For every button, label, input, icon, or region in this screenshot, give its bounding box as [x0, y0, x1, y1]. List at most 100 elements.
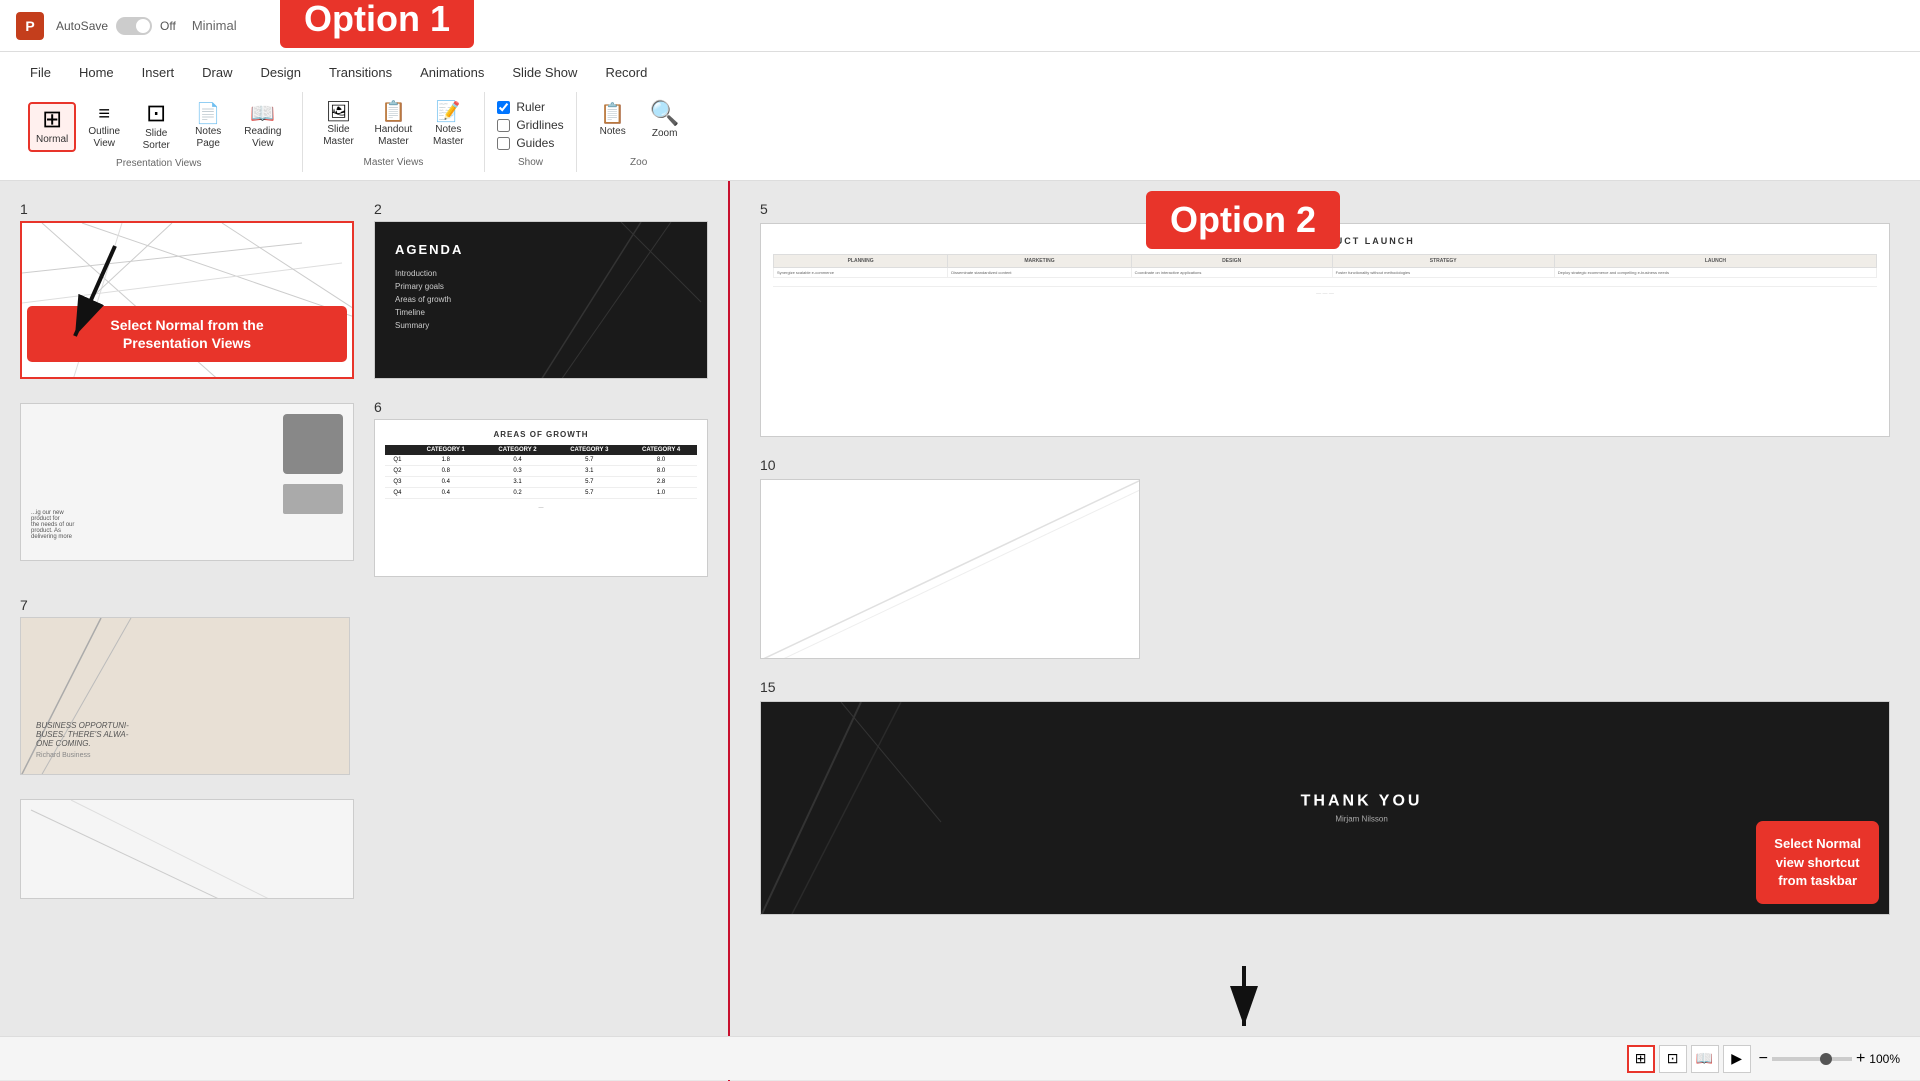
taskbar-reading-view-button[interactable]: 📖	[1691, 1045, 1719, 1073]
option1-badge: Option 1	[280, 0, 474, 48]
handout-master-button[interactable]: 📋 HandoutMaster	[367, 96, 421, 154]
autosave-toggle[interactable]	[116, 17, 152, 35]
product-col-1: PLANNING	[774, 255, 948, 268]
tab-slideshow[interactable]: Slide Show	[498, 59, 591, 88]
autosave-state: Off	[160, 19, 176, 33]
taskbar-normal-view-button[interactable]: ⊞	[1627, 1045, 1655, 1073]
product-cell-1: Synergize scalable e-commerce	[774, 268, 948, 278]
right-slide-thumb-15[interactable]: THANK YOU Mirjam Nilsson Select Normalvi…	[760, 701, 1890, 915]
tab-design[interactable]: Design	[247, 59, 315, 88]
slide-8-svg	[21, 800, 353, 898]
tab-draw[interactable]: Draw	[188, 59, 246, 88]
table-row: Q40.40.25.71.0	[385, 488, 697, 499]
main-area: 1 Select Normal from thePresentation Vie…	[0, 181, 1920, 1081]
col-header-1: CATEGORY 1	[410, 445, 482, 455]
product-col-2: MARKETING	[948, 255, 1131, 268]
left-panel: 1 Select Normal from thePresentation Vie…	[0, 181, 730, 1081]
slide-10-svg	[761, 480, 1139, 658]
slide-thumb-8[interactable]	[20, 799, 354, 899]
option2-badge: Option 2	[1146, 191, 1340, 249]
notes-icon: 📋	[600, 104, 625, 124]
reading-view-icon: 📖	[250, 104, 275, 124]
tab-animations[interactable]: Animations	[406, 59, 498, 88]
zoom-handle	[1820, 1053, 1832, 1065]
quote-text: BUSINESS OPPORTUNI-BUSES. THERE'S ALWA-O…	[36, 721, 334, 748]
notes-page-icon: 📄	[196, 104, 221, 124]
slide-data-content: AREAS OF GROWTH CATEGORY 1 CATEGORY 2 CA…	[375, 420, 707, 576]
normal-view-arrow	[55, 236, 175, 356]
slide-master-icon: 🖼	[326, 102, 351, 122]
notes-button[interactable]: 📋 Notes	[589, 98, 637, 144]
table-row: Synergize scalable e-commerce Disseminat…	[774, 268, 1877, 278]
col-header-2: CATEGORY 2	[482, 445, 554, 455]
slide-item-2[interactable]: 2 AGENDA Introduction Primary goals Area…	[374, 201, 708, 379]
person-text: ...ig our newproduct forthe needs of our…	[31, 510, 273, 540]
notes-page-button[interactable]: 📄 NotesPage	[184, 98, 232, 156]
zoom-label: Zoom	[652, 128, 678, 140]
right-panel: Option 2 5 PLAN FOR PRODUCT LAUNCH PLANN…	[730, 181, 1920, 1081]
notes-master-label: NotesMaster	[433, 124, 464, 148]
master-view-buttons: 🖼 SlideMaster 📋 HandoutMaster 📝 NotesMas…	[315, 96, 473, 154]
slide-master-button[interactable]: 🖼 SlideMaster	[315, 96, 363, 154]
tab-file[interactable]: File	[16, 59, 65, 88]
slide-thumb-6[interactable]: AREAS OF GROWTH CATEGORY 1 CATEGORY 2 CA…	[374, 419, 708, 577]
zoom-plus-button[interactable]: +	[1856, 1050, 1865, 1068]
taskbar-view-buttons: ⊞ ⊡ 📖 ▶	[1627, 1045, 1751, 1073]
slide-sorter-button[interactable]: ⊡ SlideSorter	[132, 96, 180, 158]
notes-label: Notes	[600, 126, 626, 138]
slide-thumb-2[interactable]: AGENDA Introduction Primary goals Areas …	[374, 221, 708, 379]
ribbon: File Home Insert Draw Design Transitions…	[0, 52, 1920, 181]
show-checkboxes: Ruler Gridlines Guides	[497, 96, 563, 150]
col-header-4: CATEGORY 4	[625, 445, 697, 455]
titlebar: P AutoSave Off Minimal Option 1	[0, 0, 1920, 52]
ribbon-group-zoom: 📋 Notes 🔍 Zoom Zoo	[577, 92, 701, 172]
normal-view-button[interactable]: ⊞ Normal	[28, 102, 76, 152]
slide-item-3[interactable]: ...ig our newproduct forthe needs of our…	[20, 399, 354, 577]
reading-view-label: ReadingView	[244, 126, 281, 150]
master-views-label: Master Views	[363, 157, 423, 172]
product-col-4: STRATEGY	[1332, 255, 1554, 268]
guides-checkbox[interactable]: Guides	[497, 136, 563, 150]
taskbar-slide-sorter-button[interactable]: ⊡	[1659, 1045, 1687, 1073]
reading-view-button[interactable]: 📖 ReadingView	[236, 98, 289, 156]
zoom-button[interactable]: 🔍 Zoom	[641, 96, 689, 146]
app-logo: P	[16, 12, 44, 40]
slide-item-8[interactable]	[20, 795, 354, 899]
table-row: Q20.80.33.18.0	[385, 466, 697, 477]
slide-num-7: 7	[20, 597, 708, 613]
slide-thumb-3[interactable]: ...ig our newproduct forthe needs of our…	[20, 403, 354, 561]
product-cell-5: Deploy strategic ecommerce and compellin…	[1554, 268, 1876, 278]
taskbar-shortcut-callout: Select Normalview shortcutfrom taskbar	[1756, 821, 1879, 904]
ribbon-group-presentation-views: ⊞ Normal ≡ OutlineView ⊡ SlideSorter 📄 N…	[16, 92, 303, 172]
zoom-percent: 100%	[1869, 1052, 1900, 1066]
agenda-geometric-svg	[541, 222, 707, 378]
autosave-area: AutoSave Off	[56, 17, 176, 35]
right-slide-thumb-5[interactable]: PLAN FOR PRODUCT LAUNCH PLANNING MARKETI…	[760, 223, 1890, 437]
right-slide-item-15[interactable]: 15 THANK YOU Mirjam Nilsson Select Norm	[760, 679, 1890, 915]
ribbon-group-master-views: 🖼 SlideMaster 📋 HandoutMaster 📝 NotesMas…	[303, 92, 486, 172]
slide-item-7[interactable]: 7 BUSINESS OPPORTUNI-BUSES. THERE'S ALWA…	[20, 597, 708, 775]
person-photo	[283, 414, 343, 474]
normal-view-icon: ⊞	[42, 108, 62, 132]
zoom-slider[interactable]	[1772, 1057, 1852, 1061]
product-col-3: DESIGN	[1131, 255, 1332, 268]
zoom-minus-button[interactable]: −	[1759, 1050, 1768, 1068]
data-footnote: —	[385, 505, 697, 511]
right-slide-item-10[interactable]: 10	[760, 457, 1140, 659]
taskbar-slideshow-button[interactable]: ▶	[1723, 1045, 1751, 1073]
tab-home[interactable]: Home	[65, 59, 128, 88]
gridlines-checkbox[interactable]: Gridlines	[497, 118, 563, 132]
notes-master-button[interactable]: 📝 NotesMaster	[424, 96, 472, 154]
tab-insert[interactable]: Insert	[128, 59, 189, 88]
ruler-checkbox[interactable]: Ruler	[497, 100, 563, 114]
outline-view-button[interactable]: ≡ OutlineView	[80, 98, 128, 156]
thankyou-geometric-svg	[761, 702, 1325, 914]
tab-transitions[interactable]: Transitions	[315, 59, 406, 88]
slide-item-6[interactable]: 6 AREAS OF GROWTH CATEGORY 1 CATEGORY 2 …	[374, 399, 708, 577]
quote-author: Richard Business	[36, 752, 334, 759]
right-slide-thumb-10[interactable]	[760, 479, 1140, 659]
slide-num-1: 1	[20, 201, 354, 217]
tab-record[interactable]: Record	[591, 59, 661, 88]
slide-thumb-7[interactable]: BUSINESS OPPORTUNI-BUSES. THERE'S ALWA-O…	[20, 617, 350, 775]
presentation-view-buttons: ⊞ Normal ≡ OutlineView ⊡ SlideSorter 📄 N…	[28, 96, 290, 158]
